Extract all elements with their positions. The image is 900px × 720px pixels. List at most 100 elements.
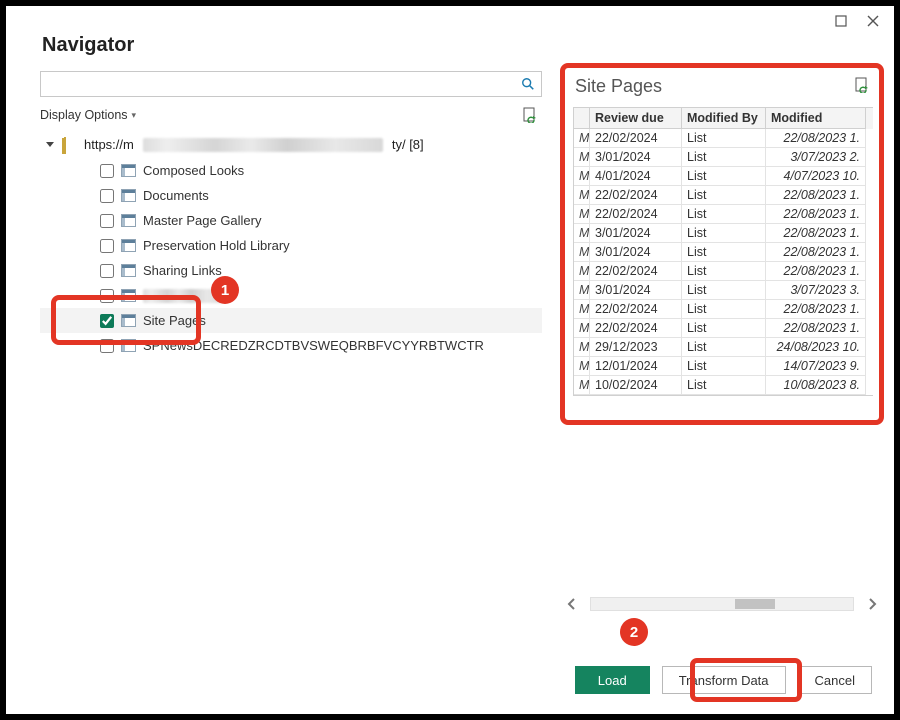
preview-refresh-icon[interactable] <box>855 77 869 96</box>
grid-cell: 3/01/2024 <box>590 243 682 262</box>
tree-item[interactable]: Preservation Hold Library <box>40 233 542 258</box>
tree-item[interactable]: Site Pages <box>40 308 542 333</box>
grid-row[interactable]: M4/01/2024List4/07/2023 10. <box>574 167 873 186</box>
grid-row[interactable]: M3/01/2024List3/07/2023 3. <box>574 281 873 300</box>
tree-item-checkbox[interactable] <box>100 239 114 253</box>
grid-cell: List <box>682 281 766 300</box>
grid-header-row: Review dueModified ByModified <box>574 108 873 129</box>
grid-cell: 29/12/2023 <box>590 338 682 357</box>
grid-header-cell[interactable]: Modified <box>766 108 866 129</box>
grid-cell: M <box>574 148 590 167</box>
table-icon <box>121 289 136 302</box>
grid-cell: M <box>574 281 590 300</box>
grid-cell: List <box>682 167 766 186</box>
tree-item-checkbox[interactable] <box>100 289 114 303</box>
tree-item[interactable]: Documents <box>40 183 542 208</box>
table-icon <box>121 339 136 352</box>
page-title: Navigator <box>6 6 894 71</box>
grid-row[interactable]: M22/02/2024List22/08/2023 1. <box>574 186 873 205</box>
grid-cell: 3/01/2024 <box>590 281 682 300</box>
grid-cell: 3/07/2023 2. <box>766 148 866 167</box>
tree-root[interactable]: https://m ty/ [8] <box>40 133 542 156</box>
grid-row[interactable]: M10/02/2024List10/08/2023 8. <box>574 376 873 395</box>
chevron-down-icon: ▾ <box>132 110 137 121</box>
tree-item-checkbox[interactable] <box>100 314 114 328</box>
grid-cell: List <box>682 319 766 338</box>
grid-cell: M <box>574 243 590 262</box>
annotation-badge-2: 2 <box>620 618 648 646</box>
grid-cell: 22/08/2023 1. <box>766 319 866 338</box>
grid-row[interactable]: M29/12/2023List24/08/2023 10. <box>574 338 873 357</box>
table-icon <box>121 164 136 177</box>
grid-cell: List <box>682 186 766 205</box>
grid-row[interactable]: M3/01/2024List3/07/2023 2. <box>574 148 873 167</box>
tree-item-label: Site Pages <box>143 313 206 328</box>
folder-icon <box>62 138 78 151</box>
grid-header-cell[interactable] <box>574 108 590 129</box>
grid-cell: 3/01/2024 <box>590 148 682 167</box>
tree-item-checkbox[interactable] <box>100 264 114 278</box>
grid-row[interactable]: M22/02/2024List22/08/2023 1. <box>574 262 873 281</box>
grid-cell: 14/07/2023 9. <box>766 357 866 376</box>
grid-cell: 22/08/2023 1. <box>766 129 866 148</box>
grid-cell: M <box>574 262 590 281</box>
grid-row[interactable]: M3/01/2024List22/08/2023 1. <box>574 224 873 243</box>
tree-item-label: Preservation Hold Library <box>143 238 290 253</box>
grid-cell: M <box>574 357 590 376</box>
close-icon[interactable] <box>866 14 880 28</box>
grid-cell: List <box>682 243 766 262</box>
preview-title: Site Pages <box>575 76 662 97</box>
refresh-icon[interactable] <box>522 107 538 123</box>
horizontal-scrollbar[interactable] <box>560 595 884 613</box>
grid-row[interactable]: M22/02/2024List22/08/2023 1. <box>574 319 873 338</box>
tree-item-checkbox[interactable] <box>100 214 114 228</box>
tree-item-checkbox[interactable] <box>100 189 114 203</box>
grid-cell: 22/02/2024 <box>590 186 682 205</box>
grid-cell: List <box>682 300 766 319</box>
grid-cell: 22/02/2024 <box>590 262 682 281</box>
search-icon[interactable] <box>515 77 541 91</box>
scroll-track[interactable] <box>590 597 854 611</box>
preview-panel-highlight: Site Pages Review dueModified ByModified… <box>560 63 884 425</box>
grid-header-cell[interactable]: Modified By <box>682 108 766 129</box>
display-options-dropdown[interactable]: Display Options ▾ <box>40 108 136 122</box>
maximize-icon[interactable] <box>834 14 848 28</box>
scroll-left-icon[interactable] <box>562 595 582 613</box>
tree-item-label: Master Page Gallery <box>143 213 262 228</box>
grid-cell: M <box>574 338 590 357</box>
grid-cell: List <box>682 338 766 357</box>
grid-row[interactable]: M12/01/2024List14/07/2023 9. <box>574 357 873 376</box>
load-button[interactable]: Load <box>575 666 650 694</box>
grid-row[interactable]: M3/01/2024List22/08/2023 1. <box>574 243 873 262</box>
navigator-tree: https://m ty/ [8] Composed LooksDocument… <box>40 133 542 358</box>
root-url-suffix: ty/ [8] <box>392 137 424 152</box>
cancel-button[interactable]: Cancel <box>798 666 872 694</box>
scroll-thumb[interactable] <box>735 599 775 609</box>
tree-item-checkbox[interactable] <box>100 339 114 353</box>
grid-cell: M <box>574 129 590 148</box>
grid-cell: List <box>682 262 766 281</box>
grid-cell: 24/08/2023 10. <box>766 338 866 357</box>
search-input[interactable] <box>41 73 515 95</box>
grid-row[interactable]: M22/02/2024List22/08/2023 1. <box>574 129 873 148</box>
tree-item[interactable]: Master Page Gallery <box>40 208 542 233</box>
scroll-right-icon[interactable] <box>862 595 882 613</box>
grid-row[interactable]: M22/02/2024List22/08/2023 1. <box>574 205 873 224</box>
tree-item[interactable]: SPNewsDECREDZRCDTBVSWEQBRBFVCYYRBTWCTR <box>40 333 542 358</box>
tree-item[interactable]: Sharing Links <box>40 258 542 283</box>
tree-item-checkbox[interactable] <box>100 164 114 178</box>
grid-header-cell[interactable]: Review due <box>590 108 682 129</box>
display-options-label: Display Options <box>40 108 128 122</box>
grid-cell: 22/08/2023 1. <box>766 186 866 205</box>
grid-row[interactable]: M22/02/2024List22/08/2023 1. <box>574 300 873 319</box>
tree-item[interactable] <box>40 283 542 308</box>
tree-item[interactable]: Composed Looks <box>40 158 542 183</box>
grid-cell: M <box>574 376 590 395</box>
grid-cell: 22/08/2023 1. <box>766 243 866 262</box>
transform-data-button[interactable]: Transform Data <box>662 666 786 694</box>
grid-cell: List <box>682 129 766 148</box>
preview-grid: Review dueModified ByModified M22/02/202… <box>573 107 873 396</box>
table-icon <box>121 189 136 202</box>
grid-cell: 22/08/2023 1. <box>766 224 866 243</box>
grid-cell: List <box>682 205 766 224</box>
